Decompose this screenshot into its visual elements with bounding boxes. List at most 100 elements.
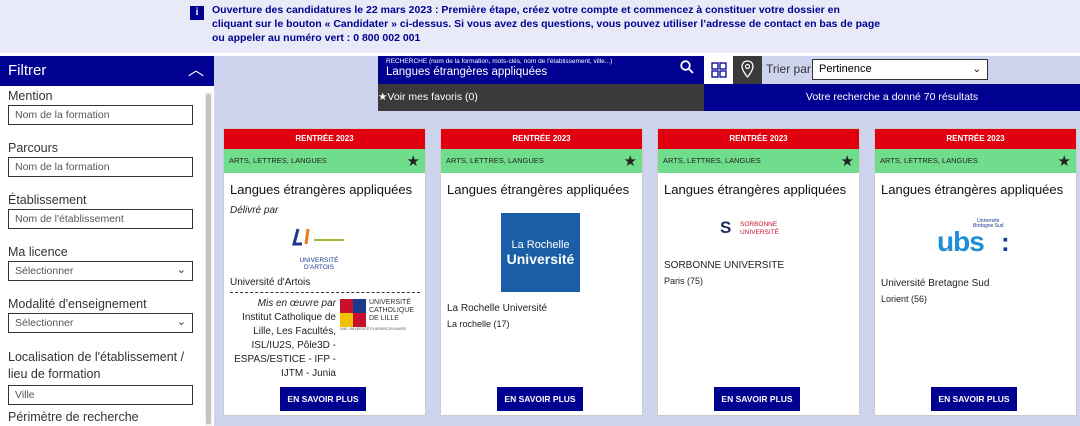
logo-line1: SORBONNE [740,221,778,228]
search-label: RECHERCHE (nom de la formation, mots-clé… [386,58,613,65]
filter-licence: Ma licence Sélectionner ⌄ [0,245,193,281]
filter-label: Périmètre de recherche [8,410,139,424]
domain-tag: ARTS, LETTRES, LANGUES ★ [658,149,859,173]
rentree-badge: RENTRÉE 2023 [875,129,1076,149]
colon-mark-icon: : [1001,227,1010,257]
info-banner: i Ouverture des candidatures le 22 mars … [0,0,1080,53]
search-icon[interactable] [680,60,694,78]
domain-label: ARTS, LETTRES, LANGUES [880,156,978,165]
university-name: SORBONNE UNIVERSITE [664,260,785,271]
favorite-star-icon[interactable]: ★ [407,150,420,174]
domain-tag: ARTS, LETTRES, LANGUES ★ [875,149,1076,173]
larochelle-logo: La Rochelle Université [501,213,580,292]
partner-label: Mis en œuvre par [257,298,336,309]
university-name: Université d'Artois [230,277,311,288]
filter-sidebar: Filtrer ︿ Mention Nom de la formation Pa… [0,56,214,426]
s-monogram-icon: S [720,218,732,237]
filter-label: Établissement [8,193,87,207]
mention-input[interactable]: Nom de la formation [8,105,193,125]
chevron-down-icon: ⌄ [176,264,186,276]
favorites-link[interactable]: ★Voir mes favoris (0) [378,84,704,111]
view-toggle [704,56,762,84]
scrollbar-thumb[interactable] [206,94,211,424]
divider [230,292,420,293]
select-value: Sélectionner [15,317,74,329]
select-value: Sélectionner [15,265,74,277]
filter-perimetre: Périmètre de recherche [0,410,139,424]
formation-card[interactable]: RENTRÉE 2023 ARTS, LETTRES, LANGUES ★ Lan… [874,128,1077,416]
logo-line2: Université [506,251,575,267]
sort-select[interactable]: Pertinence ⌄ [812,59,988,80]
domain-tag: ARTS, LETTRES, LANGUES ★ [441,149,642,173]
grid-view-icon[interactable] [704,56,733,84]
filter-title: Filtrer [8,62,47,79]
filter-mention: Mention Nom de la formation [0,89,193,125]
filter-modalite: Modalité d'enseignement Sélectionner ⌄ [0,297,193,333]
university-city: La rochelle (17) [447,319,510,329]
formation-title: Langues étrangères appliquées [230,182,413,197]
artois-logo: UNIVERSITÉ D'ARTOIS [284,226,374,271]
domain-tag: ARTS, LETTRES, LANGUES ★ [224,149,425,173]
results-count: Votre recherche a donné 70 résultats [704,84,1080,111]
sort-value: Pertinence [819,63,872,75]
logo-line1: La Rochelle [511,239,570,251]
chevron-down-icon: ⌄ [176,316,186,328]
banner-text: Ouverture des candidatures le 22 mars 20… [212,4,881,44]
filter-etablissement: Établissement Nom de l'établissement [0,193,193,229]
en-savoir-plus-button[interactable]: EN SAVOIR PLUS [280,387,366,411]
modalite-select[interactable]: Sélectionner ⌄ [8,313,193,333]
filter-label: Parcours [8,141,59,155]
formation-title: Langues étrangères appliquées [664,182,847,197]
university-city: Paris (75) [664,276,704,286]
partner-name: Institut Catholique de Lille, Les Facult… [234,312,336,379]
parcours-input[interactable]: Nom de la formation [8,157,193,177]
delivered-label: Délivré par [230,205,279,216]
info-icon: i [190,6,204,20]
domain-label: ARTS, LETTRES, LANGUES [663,156,761,165]
formation-card[interactable]: RENTRÉE 2023 ARTS, LETTRES, LANGUES ★ Lan… [657,128,860,416]
etablissement-input[interactable]: Nom de l'établissement [8,209,193,229]
logo-subtext: UNE UNIVERSITÉ PLURIDISCIPLINAIRE [340,327,406,331]
map-pin-icon[interactable] [733,56,762,84]
chevron-down-icon: ⌄ [972,64,981,75]
filter-localisation: Localisation de l'établissement / lieu d… [0,349,200,405]
favorite-star-icon[interactable]: ★ [841,150,854,174]
ubs-logo: Université Bretagne Sud ubs : [937,219,1017,259]
en-savoir-plus-button[interactable]: EN SAVOIR PLUS [714,387,800,411]
en-savoir-plus-button[interactable]: EN SAVOIR PLUS [497,387,583,411]
catho-lille-logo: UNIVERSITÉ CATHOLIQUE DE LILLE UNE UNIVE… [340,299,422,331]
licence-select[interactable]: Sélectionner ⌄ [8,261,193,281]
favorite-star-icon[interactable]: ★ [624,150,637,174]
sort-label: Trier par [766,62,811,76]
filter-label: Ma licence [8,245,68,259]
chevron-up-icon[interactable]: ︿ [188,56,204,86]
filter-label: Mention [8,89,53,103]
rentree-badge: RENTRÉE 2023 [441,129,642,149]
logo-text: UNIVERSITÉ CATHOLIQUE DE LILLE [369,299,414,322]
domain-label: ARTS, LETTRES, LANGUES [229,156,327,165]
formation-card[interactable]: RENTRÉE 2023 ARTS, LETTRES, LANGUES ★ Lan… [223,128,426,416]
shield-icon [340,299,366,327]
favorites-label: Voir mes favoris (0) [387,91,478,103]
results-area: RECHERCHE (nom de la formation, mots-clé… [214,56,1080,426]
domain-label: ARTS, LETTRES, LANGUES [446,156,544,165]
logo-main: ubs [937,226,985,257]
search-box[interactable]: RECHERCHE (nom de la formation, mots-clé… [378,56,704,84]
university-name: Université Bretagne Sud [881,278,990,289]
university-city: Lorient (56) [881,294,928,304]
formation-card[interactable]: RENTRÉE 2023 ARTS, LETTRES, LANGUES ★ Lan… [440,128,643,416]
sorbonne-logo: S SORBONNE UNIVERSITÉ [720,219,800,239]
sidebar-scrollbar[interactable] [205,92,212,426]
search-input[interactable]: Langues étrangères appliquées [386,66,547,78]
university-name: La Rochelle Université [447,303,548,314]
favorite-star-icon[interactable]: ★ [1058,150,1071,174]
filter-header[interactable]: Filtrer ︿ [0,56,214,86]
rentree-badge: RENTRÉE 2023 [224,129,425,149]
star-icon: ★ [378,91,388,103]
filter-label: Modalité d'enseignement [8,297,147,311]
formation-title: Langues étrangères appliquées [447,182,630,197]
ville-input[interactable]: Ville [8,385,193,405]
logo-line2: UNIVERSITÉ [740,229,780,236]
filter-parcours: Parcours Nom de la formation [0,141,193,177]
en-savoir-plus-button[interactable]: EN SAVOIR PLUS [931,387,1017,411]
